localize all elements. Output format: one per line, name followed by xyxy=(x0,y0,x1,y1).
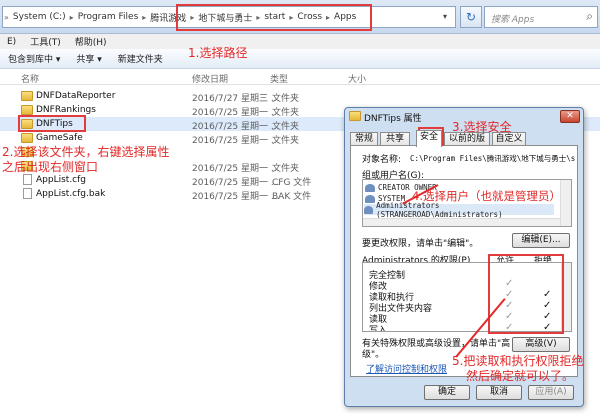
annotation-step1: 1.选择路径 xyxy=(188,46,248,60)
ok-button[interactable]: 确定 xyxy=(424,385,470,400)
user-group-icon xyxy=(365,183,375,192)
include-in-library-button[interactable]: 包含到库中 ▾ xyxy=(8,52,60,65)
file-name: AppList.cfg.bak xyxy=(36,189,106,199)
object-name-value: C:\Program Files\腾讯游戏\地下城与勇士\s xyxy=(410,154,576,163)
column-size[interactable]: 大小 xyxy=(348,72,366,85)
list-item-selected[interactable]: Administrators (STRANGEROAD\Administrato… xyxy=(364,201,554,219)
folder-icon xyxy=(349,111,361,121)
user-list-hscrollbar[interactable] xyxy=(363,218,560,226)
file-name: AppList.cfg xyxy=(36,175,87,185)
edit-button[interactable]: 编辑(E)... xyxy=(512,233,570,248)
annotation-step5-line2: 然后确定就可以了。 xyxy=(466,369,575,383)
user-group-icon xyxy=(365,194,375,203)
advanced-button[interactable]: 高级(V) xyxy=(512,337,570,352)
menu-tools[interactable]: 工具(T) xyxy=(23,35,68,48)
folder-icon xyxy=(21,105,33,115)
share-button[interactable]: 共享 ▾ xyxy=(76,52,101,65)
file-icon xyxy=(23,188,32,199)
column-date[interactable]: 修改日期 xyxy=(192,72,228,85)
breadcrumb-system-c[interactable]: System (C:) xyxy=(10,12,69,22)
highlight-box-path xyxy=(176,4,372,31)
access-control-link[interactable]: 了解访问控制和权限 xyxy=(366,362,447,375)
column-header: 名称 修改日期 类型 大小 xyxy=(0,69,600,85)
menu-help[interactable]: 帮助(H) xyxy=(68,35,114,48)
file-type: BAK 文件 xyxy=(272,192,312,202)
dialog-title: DNFTips 属性 xyxy=(364,114,422,124)
menu-bar: E) 工具(T) 帮助(H) xyxy=(0,34,600,49)
highlight-box-dnftips xyxy=(18,115,86,132)
command-toolbar: 包含到库中 ▾ 共享 ▾ 新建文件夹 xyxy=(0,49,600,69)
annotation-step2-line2: 之后出现右侧窗口 xyxy=(2,160,99,174)
address-lead-chevron[interactable]: » xyxy=(3,13,10,22)
new-folder-button[interactable]: 新建文件夹 xyxy=(118,52,163,65)
column-type[interactable]: 类型 xyxy=(270,72,288,85)
file-date: 2016/7/25 星期一 ... xyxy=(192,192,280,202)
search-icon[interactable]: ⌕ xyxy=(586,9,593,24)
file-name: DNFRankings xyxy=(36,105,96,115)
user-list-scrollbar[interactable] xyxy=(560,180,571,226)
file-name: GameSafe xyxy=(36,133,83,143)
apply-button[interactable]: 应用(A) xyxy=(528,385,574,400)
breadcrumb-program-files[interactable]: Program Files xyxy=(75,12,142,22)
folder-icon xyxy=(21,133,33,143)
change-permissions-hint: 要更改权限，请单击"编辑"。 xyxy=(362,239,479,249)
menu-edit[interactable]: E) xyxy=(0,37,23,47)
tab-general[interactable]: 常规 xyxy=(350,132,378,146)
search-placeholder: 搜索 Apps xyxy=(491,15,535,25)
object-name-label: 对象名称: xyxy=(362,155,402,165)
file-row[interactable]: DNFDataReporter 2016/7/27 星期三 ... 文件夹 xyxy=(0,89,600,104)
column-name[interactable]: 名称 xyxy=(21,72,39,85)
folder-icon xyxy=(21,91,33,101)
user-group-icon xyxy=(364,205,374,214)
permission-name: 写入 xyxy=(369,326,388,332)
special-permissions-hint-cont: 级"。 xyxy=(362,350,385,360)
annotation-step3: 3.选择安全 xyxy=(452,120,512,134)
tab-sharing[interactable]: 共享 xyxy=(380,132,410,146)
tab-security[interactable]: 安全 xyxy=(416,130,442,147)
address-dropdown-icon[interactable]: ▾ xyxy=(437,7,453,27)
highlight-box-permissions xyxy=(488,254,564,334)
cancel-button[interactable]: 取消 xyxy=(476,385,522,400)
file-icon xyxy=(23,174,32,185)
refresh-icon[interactable]: ↻ xyxy=(460,6,482,28)
search-input[interactable]: 搜索 Apps ⌕ xyxy=(484,6,598,28)
file-name: DNFDataReporter xyxy=(36,91,116,101)
special-permissions-hint: 有关特殊权限或高级设置，请单击"高 xyxy=(362,339,511,349)
close-icon[interactable]: ✕ xyxy=(560,110,580,123)
annotation-step4: 4.选择用户（也就是管理员） xyxy=(412,189,561,203)
